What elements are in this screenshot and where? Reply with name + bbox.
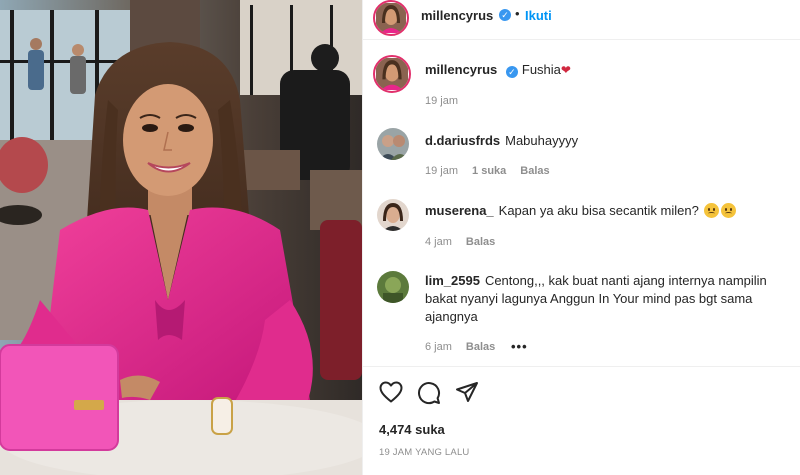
comment-time[interactable]: 6 jam: [425, 341, 452, 353]
more-options-icon[interactable]: •••: [511, 339, 528, 354]
comment-time[interactable]: 19 jam: [425, 165, 458, 177]
comment-meta: 6 jam Balas: [425, 341, 509, 353]
post-image: [0, 0, 362, 475]
commenter-avatar[interactable]: [377, 271, 409, 303]
comment-username[interactable]: d.dariusfrds: [425, 133, 500, 148]
caption-meta: 19 jam: [425, 95, 472, 107]
separator-dot: •: [515, 6, 520, 21]
comment-text: Mabuhayyyy: [505, 133, 579, 148]
like-count[interactable]: 4,474 suka: [379, 422, 445, 437]
comment-icon[interactable]: [417, 381, 441, 408]
commenter-avatar[interactable]: [377, 199, 409, 231]
like-heart-icon[interactable]: [379, 381, 403, 406]
heart-emoji-icon: ❤: [560, 63, 571, 77]
reply-button[interactable]: Balas: [466, 236, 495, 248]
verified-icon: ✓: [499, 9, 511, 21]
comment: muserena_ Kapan ya aku bisa secantik mile…: [425, 202, 785, 220]
verified-icon: ✓: [505, 66, 518, 78]
comment-meta: 19 jam 1 suka Balas: [425, 165, 564, 177]
follow-button[interactable]: Ikuti: [525, 8, 552, 23]
comment-meta: 4 jam Balas: [425, 236, 509, 248]
sad-face-emoji-icon: [721, 203, 737, 218]
comment-text: Kapan ya aku bisa secantik milen?: [498, 203, 699, 218]
comment-likes[interactable]: 1 suka: [472, 165, 506, 177]
post-header: millencyrus ✓ • Ikuti: [363, 0, 800, 40]
caption-time[interactable]: 19 jam: [425, 95, 458, 107]
author-avatar[interactable]: [373, 0, 409, 36]
caption-text: Fushia: [521, 62, 561, 77]
caption: millencyrus ✓ Fushia❤: [425, 61, 571, 79]
commenter-avatar[interactable]: [377, 128, 409, 160]
post-timestamp[interactable]: 19 JAM YANG LALU: [379, 447, 470, 458]
post-photo[interactable]: [0, 0, 362, 475]
post-detail-panel: millencyrus ✓ • Ikuti millencyrus ✓ Fushi…: [362, 0, 800, 475]
share-icon[interactable]: [455, 381, 479, 406]
caption-author-avatar[interactable]: [373, 55, 411, 93]
caption-username[interactable]: millencyrus: [425, 62, 497, 77]
comment-username[interactable]: lim_2595: [425, 273, 480, 288]
comment-time[interactable]: 4 jam: [425, 236, 452, 248]
comment: d.dariusfrds Mabuhayyyy: [425, 132, 775, 150]
comment-username[interactable]: muserena_: [425, 203, 494, 218]
reply-button[interactable]: Balas: [466, 341, 495, 353]
author-username[interactable]: millencyrus: [421, 8, 493, 23]
reply-button[interactable]: Balas: [520, 165, 549, 177]
comment: lim_2595 Centong,,, kak buat nanti ajang …: [425, 272, 785, 326]
post-actions: 4,474 suka 19 JAM YANG LALU: [363, 366, 800, 475]
sad-face-emoji-icon: [704, 203, 720, 218]
